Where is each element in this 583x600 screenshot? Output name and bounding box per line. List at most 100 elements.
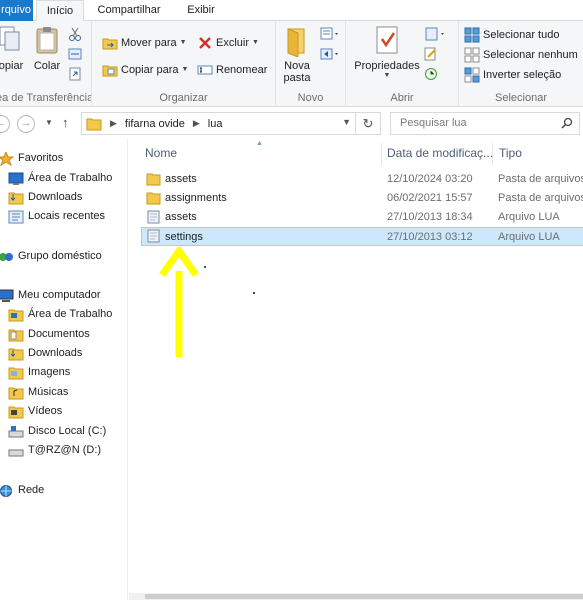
- forward-button[interactable]: →: [17, 115, 35, 133]
- paste-button[interactable]: Colar: [32, 25, 62, 72]
- recent-locations-chevron-icon[interactable]: ▼: [45, 118, 53, 127]
- address-row: ← → ▼ ↑ ▶ fifarna ovide ▶ lua ▼ ↻ Pesqui…: [0, 107, 583, 139]
- nav-local-disk-c[interactable]: Disco Local (C:): [8, 422, 106, 441]
- back-button[interactable]: ←: [0, 115, 10, 133]
- select-group-label: Selecionar: [495, 92, 547, 104]
- file-type: Arquivo LUA: [498, 211, 560, 223]
- nav-documents[interactable]: Documentos: [8, 325, 90, 344]
- select-none-icon: [464, 47, 480, 63]
- search-placeholder: Pesquisar lua: [400, 117, 467, 129]
- list-item[interactable]: assets 12/10/2024 03:20 Pasta de arquivo…: [141, 170, 583, 189]
- open-icon[interactable]: [424, 27, 446, 44]
- music-folder-icon: [8, 386, 24, 400]
- arrow-right-icon: →: [20, 117, 32, 129]
- edit-icon[interactable]: [424, 47, 438, 64]
- delete-x-icon: [199, 37, 211, 49]
- list-item[interactable]: assets 27/10/2013 18:34 Arquivo LUA: [141, 208, 583, 227]
- paste-shortcut-icon[interactable]: [68, 67, 82, 84]
- clipboard-icon: [36, 27, 58, 54]
- file-list: ▲ Nome Data de modificaç... Tipo assets …: [129, 139, 583, 600]
- tab-file[interactable]: rquivo: [0, 0, 33, 21]
- nav-images[interactable]: Imagens: [8, 363, 70, 382]
- lua-file-icon: [146, 210, 161, 224]
- refresh-button[interactable]: ↻: [356, 112, 381, 135]
- delete-button[interactable]: Excluir ▼: [197, 33, 259, 53]
- nav-music[interactable]: Músicas: [8, 383, 68, 402]
- properties-button[interactable]: Propriedades ▼: [354, 25, 420, 79]
- up-arrow-icon[interactable]: ↑: [62, 115, 69, 130]
- nav-recent-places[interactable]: Locais recentes: [8, 207, 105, 226]
- file-date: 27/10/2013 03:12: [387, 231, 473, 243]
- column-header-date[interactable]: Data de modificaç...: [387, 146, 493, 160]
- nav-desktop[interactable]: Área de Trabalho: [8, 169, 112, 188]
- file-date: 27/10/2013 18:34: [387, 211, 473, 223]
- drive-c-icon: [8, 425, 24, 439]
- refresh-icon: ↻: [362, 116, 374, 131]
- ribbon-tab-bar: rquivo Início Compartilhar Exibir: [0, 0, 583, 22]
- nav-videos[interactable]: Vídeos: [8, 402, 62, 421]
- column-divider[interactable]: [381, 143, 382, 165]
- address-bar[interactable]: ▶ fifarna ovide ▶ lua ▼: [81, 112, 356, 135]
- folder-icon: [86, 118, 102, 130]
- copy-to-button[interactable]: Copiar para ▼: [102, 60, 188, 80]
- invert-selection-button[interactable]: Inverter seleção: [464, 65, 561, 85]
- horizontal-scrollbar[interactable]: [129, 593, 583, 600]
- tab-view[interactable]: Exibir: [176, 0, 226, 21]
- nav-computer[interactable]: Meu computador: [0, 286, 101, 305]
- search-input[interactable]: Pesquisar lua: [390, 112, 580, 135]
- copy-path-icon[interactable]: [68, 47, 82, 64]
- copy-icon: [0, 26, 20, 51]
- file-name: assets: [165, 173, 197, 185]
- star-icon: [0, 150, 15, 166]
- nav-pc-downloads[interactable]: Downloads: [8, 344, 82, 363]
- file-type: Pasta de arquivos: [498, 173, 583, 185]
- nav-network[interactable]: Rede: [0, 481, 44, 500]
- file-type: Arquivo LUA: [498, 231, 560, 243]
- cut-icon[interactable]: [68, 27, 82, 44]
- rename-button[interactable]: Renomear: [197, 60, 267, 80]
- new-folder-button[interactable]: Nova pasta: [280, 25, 314, 84]
- open-group-label: Abrir: [390, 92, 414, 104]
- nav-favorites[interactable]: Favoritos: [0, 149, 63, 168]
- column-header-name[interactable]: Nome: [145, 146, 177, 160]
- tab-share[interactable]: Compartilhar: [87, 0, 171, 21]
- select-none-button[interactable]: Selecionar nenhum: [464, 45, 578, 65]
- nav-downloads[interactable]: Downloads: [8, 188, 82, 207]
- documents-folder-icon: [8, 328, 24, 342]
- history-icon[interactable]: [424, 67, 438, 84]
- easy-access-icon[interactable]: [320, 47, 340, 64]
- videos-folder-icon: [8, 405, 24, 419]
- copy-folder-icon: [102, 65, 118, 77]
- move-to-button[interactable]: Mover para ▼: [102, 33, 187, 53]
- column-header-type[interactable]: Tipo: [499, 146, 522, 160]
- nav-drive-d[interactable]: T@RZ@N (D:): [8, 441, 101, 460]
- nav-homegroup[interactable]: Grupo doméstico: [0, 247, 102, 266]
- computer-icon: [0, 289, 14, 303]
- chevron-down-icon[interactable]: ▼: [342, 117, 351, 127]
- breadcrumb-fifarna-ovide[interactable]: fifarna ovide: [125, 118, 185, 130]
- list-item[interactable]: assignments 06/02/2021 15:57 Pasta de ar…: [141, 189, 583, 208]
- list-item-selected[interactable]: settings 27/10/2013 03:12 Arquivo LUA: [141, 227, 583, 246]
- clipboard-group-label: ea de Transferência: [0, 92, 91, 104]
- file-name: settings: [165, 231, 203, 243]
- navigation-pane: Favoritos Área de Trabalho Downloads Loc…: [0, 139, 128, 600]
- nav-pc-desktop[interactable]: Área de Trabalho: [8, 305, 112, 324]
- chevron-down-icon: ▼: [252, 39, 259, 46]
- stray-dot: [204, 266, 206, 268]
- select-group: Selecionar tudo Selecionar nenhum Invert…: [459, 21, 583, 107]
- homegroup-icon: [0, 250, 14, 264]
- select-all-button[interactable]: Selecionar tudo: [464, 25, 559, 45]
- copy-button[interactable]: opiar: [0, 25, 28, 72]
- breadcrumb-separator-icon: ▶: [192, 118, 200, 128]
- recent-places-icon: [8, 210, 24, 224]
- file-name: assets: [165, 211, 197, 223]
- breadcrumb-lua[interactable]: lua: [208, 118, 223, 130]
- drive-d-icon: [8, 444, 24, 458]
- chevron-down-icon: ▼: [179, 39, 187, 46]
- new-item-icon[interactable]: [320, 27, 340, 44]
- tab-home[interactable]: Início: [36, 0, 84, 22]
- new-folder-icon: [287, 28, 305, 58]
- file-date: 12/10/2024 03:20: [387, 173, 473, 185]
- scrollbar-thumb[interactable]: [145, 594, 583, 599]
- column-divider[interactable]: [492, 143, 493, 165]
